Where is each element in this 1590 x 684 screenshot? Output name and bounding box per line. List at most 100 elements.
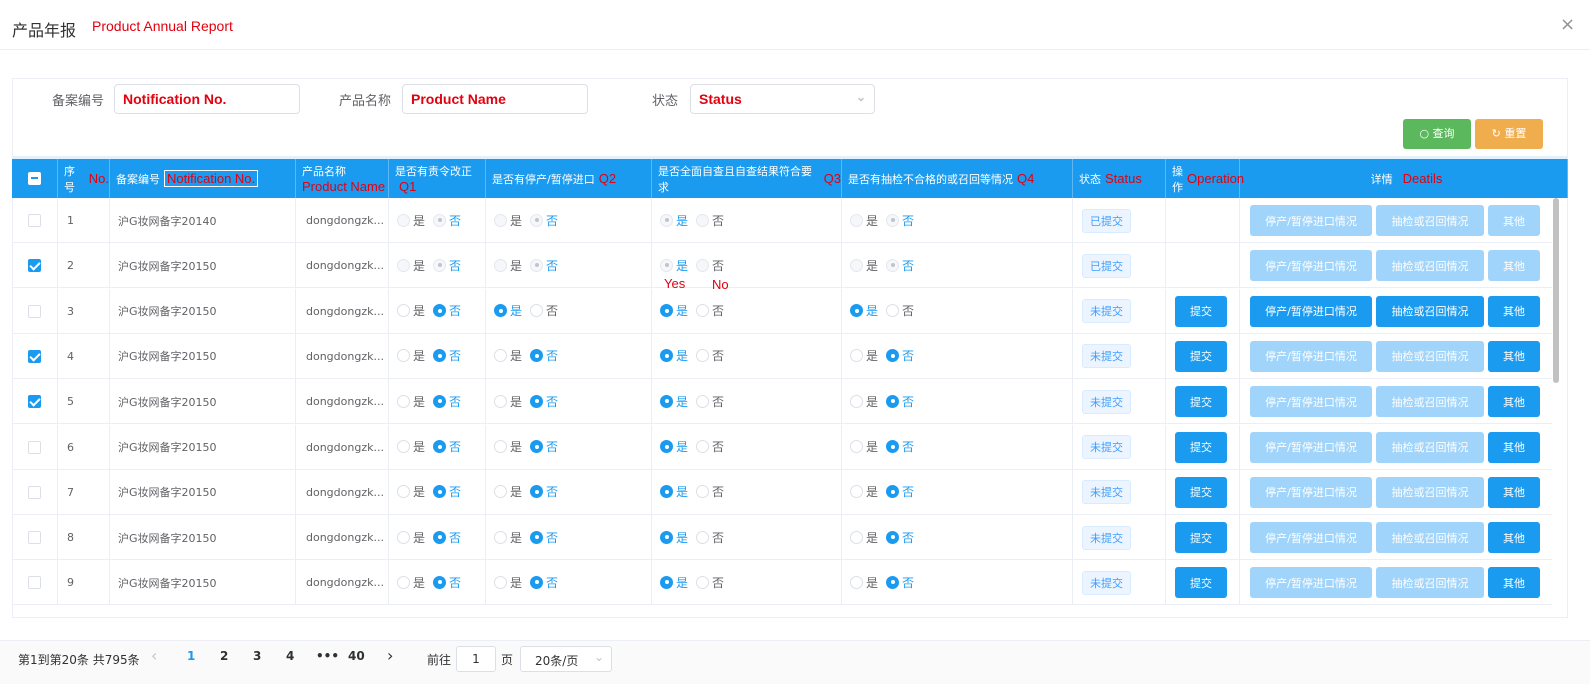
radio-no[interactable]: 否	[696, 302, 724, 319]
radio-no[interactable]: 否	[433, 574, 461, 591]
row-checkbox[interactable]	[28, 576, 41, 590]
other-detail-button[interactable]: 其他	[1488, 386, 1540, 418]
radio-yes[interactable]: 是	[397, 483, 425, 500]
radio-no[interactable]: 否	[530, 438, 558, 455]
radio-yes[interactable]: 是	[494, 393, 522, 410]
radio-yes[interactable]: 是	[850, 438, 878, 455]
notification-input[interactable]: Notification No.	[114, 84, 300, 114]
row-checkbox[interactable]	[28, 304, 41, 318]
radio-no[interactable]: 否	[886, 438, 914, 455]
radio-yes[interactable]: 是	[850, 393, 878, 410]
submit-button[interactable]: 提交	[1175, 340, 1227, 372]
radio-no[interactable]: 否	[530, 393, 558, 410]
suspension-detail-button[interactable]: 停产/暂停进口情况	[1250, 205, 1372, 236]
recall-detail-button[interactable]: 抽检或召回情况	[1376, 340, 1484, 372]
other-detail-button[interactable]: 其他	[1488, 250, 1540, 282]
radio-yes[interactable]: 是	[494, 529, 522, 546]
suspension-detail-button[interactable]: 停产/暂停进口情况	[1250, 340, 1372, 372]
radio-no[interactable]: 否	[696, 574, 724, 591]
other-detail-button[interactable]: 其他	[1488, 205, 1540, 236]
radio-yes[interactable]: 是	[397, 529, 425, 546]
page-40[interactable]: 40	[348, 649, 365, 663]
radio-no[interactable]: 否	[433, 438, 461, 455]
page-ellipsis[interactable]: •••	[316, 649, 339, 663]
radio-yes[interactable]: 是	[494, 438, 522, 455]
radio-no[interactable]: 否	[530, 529, 558, 546]
status-select[interactable]: Status ⌄	[690, 84, 875, 114]
suspension-detail-button[interactable]: 停产/暂停进口情况	[1250, 250, 1372, 282]
recall-detail-button[interactable]: 抽检或召回情况	[1376, 205, 1484, 236]
submit-button[interactable]: 提交	[1175, 567, 1227, 599]
radio-yes[interactable]: 是	[660, 438, 688, 455]
radio-yes[interactable]: 是	[397, 347, 425, 364]
radio-yes[interactable]: 是	[660, 483, 688, 500]
radio-yes[interactable]: 是	[397, 302, 425, 319]
search-button[interactable]: ○ 查询	[1403, 119, 1471, 149]
page-3[interactable]: 3	[253, 649, 261, 663]
radio-no[interactable]: 否	[696, 529, 724, 546]
radio-no[interactable]: 否	[530, 302, 558, 319]
radio-no[interactable]: 否	[433, 302, 461, 319]
radio-yes[interactable]: 是	[397, 393, 425, 410]
product-name-input[interactable]: Product Name	[402, 84, 588, 114]
other-detail-button[interactable]: 其他	[1488, 567, 1540, 599]
radio-no[interactable]: 否	[530, 574, 558, 591]
radio-yes[interactable]: 是	[494, 302, 522, 319]
radio-yes[interactable]: 是	[850, 347, 878, 364]
radio-no[interactable]: 否	[886, 529, 914, 546]
submit-button[interactable]: 提交	[1175, 386, 1227, 418]
suspension-detail-button[interactable]: 停产/暂停进口情况	[1250, 567, 1372, 599]
reset-button[interactable]: ↻ 重置	[1475, 119, 1543, 149]
radio-no[interactable]: 否	[433, 347, 461, 364]
other-detail-button[interactable]: 其他	[1488, 522, 1540, 554]
radio-yes[interactable]: 是	[660, 347, 688, 364]
row-checkbox[interactable]	[28, 214, 41, 227]
radio-no[interactable]: 否	[886, 393, 914, 410]
radio-no[interactable]: 否	[530, 347, 558, 364]
radio-yes[interactable]: 是	[397, 438, 425, 455]
prev-page-icon[interactable]: ‹	[151, 646, 157, 665]
row-checkbox[interactable]	[28, 440, 41, 454]
radio-no[interactable]: 否	[433, 483, 461, 500]
submit-button[interactable]: 提交	[1175, 295, 1227, 327]
row-checkbox[interactable]	[28, 259, 41, 273]
radio-yes[interactable]: 是	[660, 302, 688, 319]
page-1[interactable]: 1	[187, 649, 195, 663]
radio-yes[interactable]: 是	[397, 574, 425, 591]
radio-no[interactable]: 否	[433, 529, 461, 546]
table-scrollbar[interactable]	[1553, 198, 1559, 383]
page-size-select[interactable]: 20条/页 ⌄	[520, 646, 612, 672]
suspension-detail-button[interactable]: 停产/暂停进口情况	[1250, 295, 1372, 327]
submit-button[interactable]: 提交	[1175, 522, 1227, 554]
radio-yes[interactable]: 是	[494, 574, 522, 591]
suspension-detail-button[interactable]: 停产/暂停进口情况	[1250, 476, 1372, 508]
radio-yes[interactable]: 是	[660, 529, 688, 546]
other-detail-button[interactable]: 其他	[1488, 431, 1540, 463]
radio-no[interactable]: 否	[696, 347, 724, 364]
radio-no[interactable]: 否	[696, 483, 724, 500]
radio-yes[interactable]: 是	[850, 529, 878, 546]
next-page-icon[interactable]: ›	[387, 646, 393, 665]
other-detail-button[interactable]: 其他	[1488, 340, 1540, 372]
other-detail-button[interactable]: 其他	[1488, 476, 1540, 508]
submit-button[interactable]: 提交	[1175, 476, 1227, 508]
radio-yes[interactable]: 是	[494, 483, 522, 500]
suspension-detail-button[interactable]: 停产/暂停进口情况	[1250, 522, 1372, 554]
goto-input[interactable]: 1	[456, 646, 496, 672]
row-checkbox[interactable]	[28, 395, 41, 409]
radio-no[interactable]: 否	[886, 347, 914, 364]
radio-no[interactable]: 否	[886, 302, 914, 319]
radio-yes[interactable]: 是	[660, 393, 688, 410]
recall-detail-button[interactable]: 抽检或召回情况	[1376, 250, 1484, 282]
close-icon[interactable]: ×	[1560, 14, 1575, 35]
row-checkbox[interactable]	[28, 349, 41, 363]
suspension-detail-button[interactable]: 停产/暂停进口情况	[1250, 431, 1372, 463]
other-detail-button[interactable]: 其他	[1488, 295, 1540, 327]
recall-detail-button[interactable]: 抽检或召回情况	[1376, 476, 1484, 508]
recall-detail-button[interactable]: 抽检或召回情况	[1376, 567, 1484, 599]
radio-no[interactable]: 否	[433, 393, 461, 410]
suspension-detail-button[interactable]: 停产/暂停进口情况	[1250, 386, 1372, 418]
radio-no[interactable]: 否	[530, 483, 558, 500]
row-checkbox[interactable]	[28, 531, 41, 545]
select-all-checkbox[interactable]	[28, 172, 41, 185]
